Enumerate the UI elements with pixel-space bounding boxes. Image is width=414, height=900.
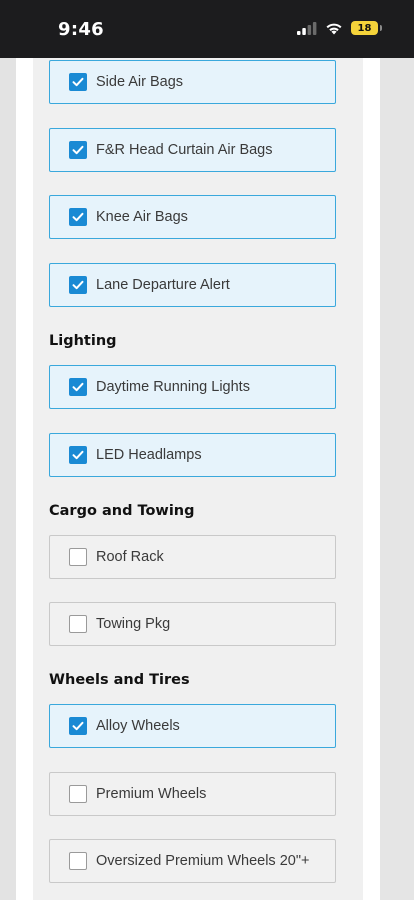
checkmark-icon [72,77,84,87]
wifi-icon [326,23,342,34]
option-label: Premium Wheels [96,786,207,802]
checkbox[interactable] [69,785,87,803]
checkmark-icon [72,280,84,290]
option-label: Towing Pkg [96,616,171,632]
option-item[interactable]: Daytime Running Lights [49,365,336,409]
option-item[interactable]: Lane Departure Alert [49,263,336,307]
status-icons: 18 [297,21,382,35]
checkbox[interactable] [69,73,87,91]
checkbox[interactable] [69,378,87,396]
option-item[interactable]: F&R Head Curtain Air Bags [49,128,336,172]
checkmark-icon [72,450,84,460]
battery-icon: 18 [351,21,382,35]
status-time: 9:46 [58,19,104,40]
section-heading: Wheels and Tires [49,672,190,688]
signal-icon [297,21,317,35]
option-label: Oversized Premium Wheels 20"+ [96,853,310,869]
section-heading: Lighting [49,333,117,349]
option-label: LED Headlamps [96,447,202,463]
checkbox[interactable] [69,548,87,566]
checkbox[interactable] [69,208,87,226]
option-label: Side Air Bags [96,74,184,90]
checkbox[interactable] [69,852,87,870]
option-item[interactable]: Premium Wheels [49,772,336,816]
option-label: Roof Rack [96,549,164,565]
option-item[interactable]: Oversized Premium Wheels 20"+ [49,839,336,883]
checkmark-icon [72,382,84,392]
option-label: Knee Air Bags [96,209,188,225]
checkmark-icon [72,145,84,155]
status-bar: 9:46 18 [0,0,414,58]
checkbox[interactable] [69,446,87,464]
checkbox[interactable] [69,717,87,735]
battery-level: 18 [357,22,372,34]
option-item[interactable]: LED Headlamps [49,433,336,477]
checkbox[interactable] [69,141,87,159]
option-item[interactable]: Knee Air Bags [49,195,336,239]
option-item[interactable]: Towing Pkg [49,602,336,646]
section-heading: Cargo and Towing [49,503,195,519]
option-item[interactable]: Roof Rack [49,535,336,579]
option-item[interactable]: Alloy Wheels [49,704,336,748]
checkmark-icon [72,212,84,222]
page-gutter-right [380,58,414,900]
checkbox[interactable] [69,276,87,294]
page-gutter-left [0,58,16,900]
option-label: Daytime Running Lights [96,379,250,395]
checkmark-icon [72,721,84,731]
option-label: F&R Head Curtain Air Bags [96,142,273,158]
option-label: Lane Departure Alert [96,277,230,293]
option-item[interactable]: Side Air Bags [49,60,336,104]
checkbox[interactable] [69,615,87,633]
option-label: Alloy Wheels [96,718,180,734]
